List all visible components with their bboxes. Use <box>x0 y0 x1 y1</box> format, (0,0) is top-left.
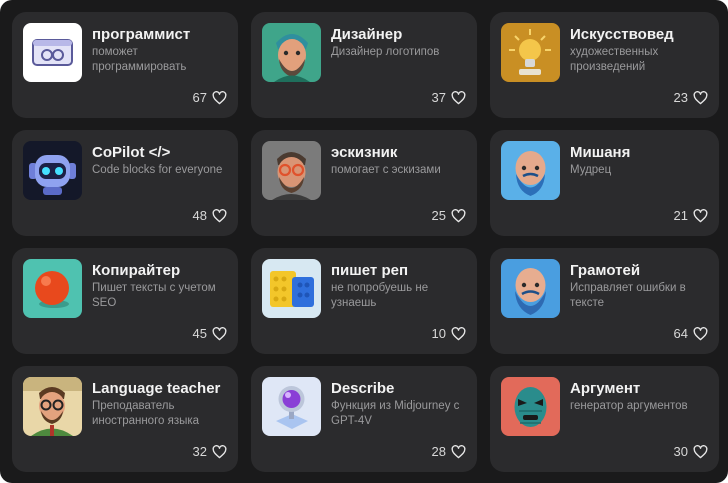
like-count: 32 <box>192 444 207 459</box>
heart-icon <box>212 445 227 459</box>
heart-icon <box>451 91 466 105</box>
like-button[interactable]: 64 <box>674 327 708 341</box>
assistant-card-copywriter[interactable]: Копирайтер Пишет тексты с учетом SEO 45 <box>12 248 238 354</box>
card-description: Дизайнер логотипов <box>331 46 440 58</box>
card-description: генератор аргументов <box>570 400 688 412</box>
like-button[interactable]: 67 <box>193 91 227 105</box>
assistant-card-argument[interactable]: Аргумент генератор аргументов 30 <box>490 366 719 472</box>
like-count: 48 <box>192 208 207 223</box>
card-title: Аргумент <box>570 380 641 397</box>
sage-avatar <box>501 141 560 200</box>
blocks-icon <box>262 259 321 318</box>
like-button[interactable]: 37 <box>432 91 466 105</box>
like-count: 30 <box>673 444 688 459</box>
teacher-avatar <box>23 377 82 436</box>
card-description: поможет программировать <box>92 46 187 73</box>
card-description: художественных произведений <box>570 46 659 73</box>
like-button[interactable]: 23 <box>674 91 708 105</box>
card-title: Копирайтер <box>92 262 181 279</box>
like-button[interactable]: 25 <box>432 209 466 223</box>
card-title: Language teacher <box>92 380 221 397</box>
like-button[interactable]: 30 <box>674 445 708 459</box>
assistant-card-sketcher[interactable]: эскизник помогает с эскизами 25 <box>251 130 477 236</box>
code-window-icon <box>23 23 82 82</box>
card-title: Дизайнер <box>331 26 403 43</box>
like-button[interactable]: 32 <box>193 445 227 459</box>
assistant-card-copilot[interactable]: CoPilot </> Code blocks for everyone 48 <box>12 130 238 236</box>
like-count: 37 <box>431 90 446 105</box>
heart-icon <box>212 209 227 223</box>
card-description: помогает с эскизами <box>331 164 441 176</box>
lens-icon <box>262 377 321 436</box>
card-description: Преподаватель иностранного языка <box>92 400 200 427</box>
assistant-card-rap-writer[interactable]: пишет реп не попробуешь не узнаешь 10 <box>251 248 477 354</box>
heart-icon <box>693 209 708 223</box>
card-title: Мишаня <box>570 144 631 161</box>
card-title: Искусствовед <box>570 26 674 43</box>
sketcher-avatar <box>262 141 321 200</box>
like-button[interactable]: 45 <box>193 327 227 341</box>
like-count: 64 <box>673 326 688 341</box>
like-count: 23 <box>673 90 688 105</box>
like-button[interactable]: 21 <box>674 209 708 223</box>
assistant-card-grammar[interactable]: Грамотей Исправляет ошибки в тексте 64 <box>490 248 719 354</box>
mask-icon <box>501 377 560 436</box>
assistant-card-language-teacher[interactable]: Language teacher Преподаватель иностранн… <box>12 366 238 472</box>
assistant-grid: программист поможет программировать 67 Д… <box>12 12 719 472</box>
like-count: 28 <box>431 444 446 459</box>
like-button[interactable]: 10 <box>432 327 466 341</box>
heart-icon <box>212 91 227 105</box>
heart-icon <box>693 445 708 459</box>
assistant-card-programmer[interactable]: программист поможет программировать 67 <box>12 12 238 118</box>
card-description: Пишет тексты с учетом SEO <box>92 282 216 309</box>
heart-icon <box>693 327 708 341</box>
heart-icon <box>693 91 708 105</box>
assistant-card-describe[interactable]: Describe Функция из Midjourney с GPT-4V … <box>251 366 477 472</box>
card-title: Describe <box>331 380 395 397</box>
card-description: Code blocks for everyone <box>92 164 223 176</box>
card-description: Мудрец <box>570 164 612 176</box>
assistant-card-art-critic[interactable]: Искусствовед художественных произведений… <box>490 12 719 118</box>
like-count: 67 <box>192 90 207 105</box>
card-description: не попробуешь не узнаешь <box>331 282 429 309</box>
card-title: пишет реп <box>331 262 409 279</box>
like-button[interactable]: 48 <box>193 209 227 223</box>
card-description: Исправляет ошибки в тексте <box>570 282 686 309</box>
robot-icon <box>23 141 82 200</box>
card-title: программист <box>92 26 191 43</box>
card-title: Грамотей <box>570 262 641 279</box>
like-count: 45 <box>192 326 207 341</box>
designer-avatar <box>262 23 321 82</box>
like-button[interactable]: 28 <box>432 445 466 459</box>
grammar-avatar <box>501 259 560 318</box>
gpts-gallery: программист поможет программировать 67 Д… <box>0 0 728 483</box>
like-count: 21 <box>673 208 688 223</box>
card-description: Функция из Midjourney с GPT-4V <box>331 400 460 427</box>
orange-ball-icon <box>23 259 82 318</box>
heart-icon <box>451 445 466 459</box>
assistant-card-designer[interactable]: Дизайнер Дизайнер логотипов 37 <box>251 12 477 118</box>
like-count: 25 <box>431 208 446 223</box>
card-title: эскизник <box>331 144 398 161</box>
lightbulb-icon <box>501 23 560 82</box>
like-count: 10 <box>431 326 446 341</box>
card-title: CoPilot </> <box>92 144 171 161</box>
assistant-card-mishanya[interactable]: Мишаня Мудрец 21 <box>490 130 719 236</box>
heart-icon <box>212 327 227 341</box>
heart-icon <box>451 327 466 341</box>
heart-icon <box>451 209 466 223</box>
